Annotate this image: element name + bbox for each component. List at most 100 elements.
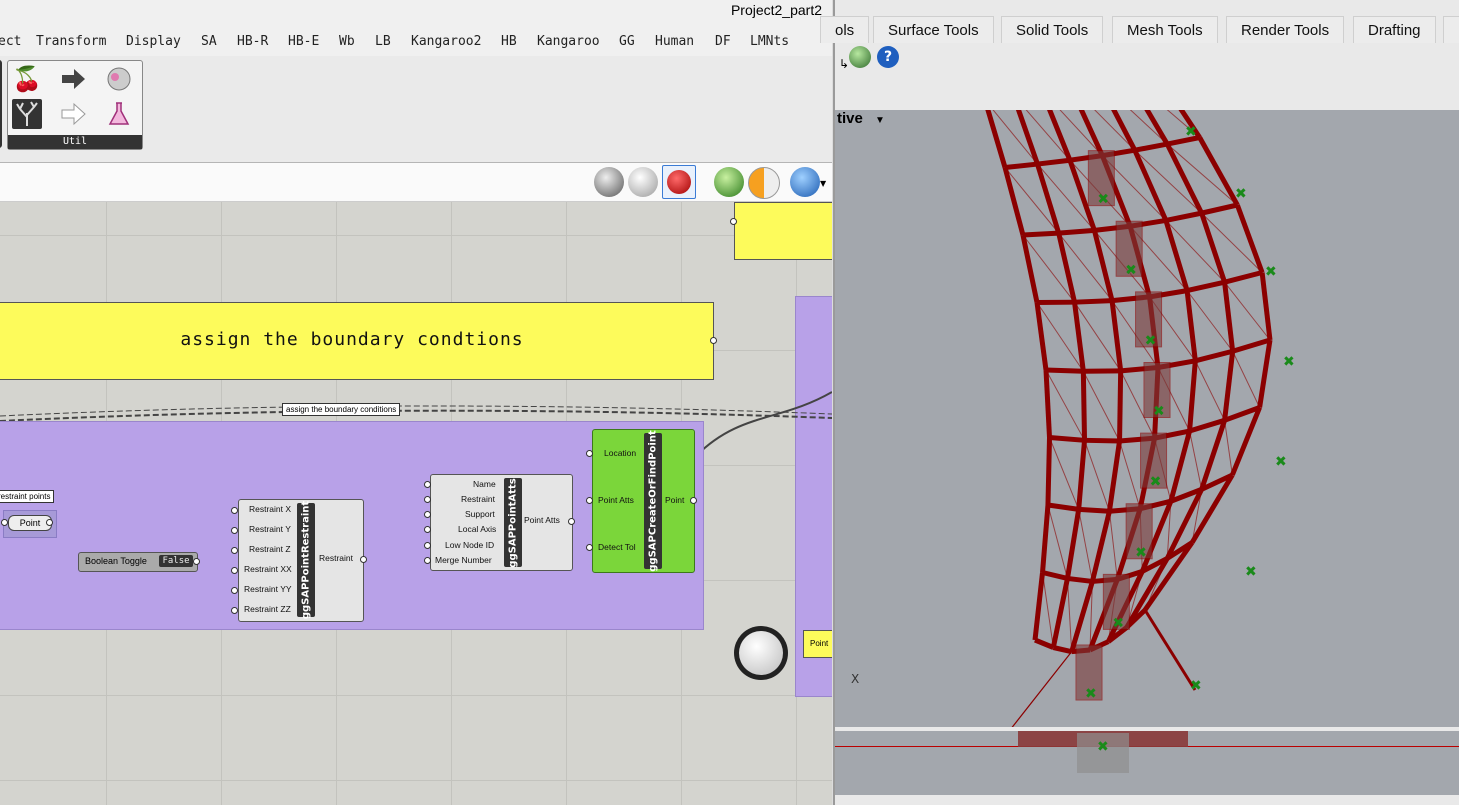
port [46, 519, 53, 526]
menu-bar: ect Transform Display SA HB-R HB-E Wb LB… [0, 30, 832, 54]
input-restraint-z[interactable]: Restraint Z [249, 544, 291, 554]
create-point-component[interactable]: Location Point Atts Detect Tol ggSAPCrea… [592, 429, 695, 573]
menu-hb-r[interactable]: HB-R [237, 34, 268, 49]
tab-surface-tools[interactable]: Surface Tools [873, 16, 994, 43]
structure-member [1076, 440, 1088, 510]
point-panel-right[interactable]: Point [803, 630, 832, 658]
axis-label-x: X [851, 672, 860, 686]
document-preview-icon[interactable] [748, 167, 780, 199]
chevron-down-icon[interactable]: ▼ [820, 179, 826, 188]
input-low-node-id[interactable]: Low Node ID [445, 540, 494, 550]
input-support[interactable]: Support [465, 509, 495, 519]
globe-icon[interactable] [849, 46, 871, 68]
preview-wireframe-icon[interactable] [628, 167, 658, 197]
output-point-atts[interactable]: Point Atts [524, 515, 560, 525]
create-point-title: ggSAPCreateOrFindPoint [644, 430, 662, 572]
menu-wb[interactable]: Wb [339, 34, 355, 49]
input-restraint-y[interactable]: Restraint Y [249, 524, 291, 534]
menu-kangaroo[interactable]: Kangaroo [537, 34, 600, 49]
port [690, 497, 697, 504]
port [231, 607, 238, 614]
input-point-atts[interactable]: Point Atts [598, 495, 634, 505]
sphere-icon[interactable] [104, 64, 134, 94]
input-local-axis[interactable]: Local Axis [458, 524, 496, 534]
structure-member [1040, 504, 1051, 573]
structure-member [1074, 298, 1113, 305]
perspective-viewport[interactable]: ✖ ✖ ✖ ✖ ✖ ✖ ✖ ✖ ✖ ✖ ✖ ✖ ✖ ✖ ✖ tive ▼ X [835, 110, 1459, 727]
menu-hb-e[interactable]: HB-E [288, 34, 319, 49]
preview-selected-icon[interactable] [714, 167, 744, 197]
structure-member [1049, 437, 1080, 510]
arrow-outline-icon[interactable] [58, 99, 88, 129]
tab-mesh-tools[interactable]: Mesh Tools [1112, 16, 1218, 43]
structure-member [1045, 367, 1084, 374]
tab-tools[interactable]: ols [820, 16, 870, 43]
structure-member [1058, 227, 1095, 236]
gh-canvas[interactable]: assign the boundary condtions assign the… [0, 202, 832, 805]
input-name[interactable]: Name [473, 479, 496, 489]
input-restraint[interactable]: Restraint [461, 494, 495, 504]
support-marker-icon: ✖ [1190, 678, 1202, 694]
tab-drafting[interactable]: Drafting [1353, 16, 1436, 43]
input-merge-number[interactable]: Merge Number [435, 555, 492, 565]
boolean-toggle[interactable]: Boolean Toggle False [78, 552, 198, 572]
cherry-icon[interactable]: 🍒 [12, 64, 42, 94]
display-mode-icon[interactable] [790, 167, 820, 197]
front-viewport[interactable]: ✖ [835, 731, 1459, 795]
tree-icon[interactable] [12, 99, 42, 129]
structure-member [1084, 437, 1120, 444]
output-restraint[interactable]: Restraint [319, 553, 353, 563]
point-atts-title: ggSAPPointAtts [504, 478, 522, 567]
support-marker-icon: ✖ [1097, 739, 1109, 755]
structure-member [1143, 609, 1197, 691]
menu-lb[interactable]: LB [375, 34, 391, 49]
help-icon[interactable]: ? [877, 46, 899, 68]
menu-display[interactable]: Display [126, 34, 181, 49]
menu-transform[interactable]: Transform [36, 34, 106, 49]
menu-sa[interactable]: SA [201, 34, 217, 49]
input-detect-tol[interactable]: Detect Tol [598, 542, 636, 552]
viewport-menu-icon: ▼ [875, 115, 885, 126]
structure-member [1078, 506, 1110, 514]
tab-more[interactable]: N [1443, 16, 1459, 43]
canvas-navigator[interactable] [734, 626, 788, 680]
menu-df[interactable]: DF [715, 34, 731, 49]
input-location[interactable]: Location [604, 448, 636, 458]
toggle-value[interactable]: False [159, 555, 193, 567]
output-point[interactable]: Point [665, 495, 684, 505]
preview-off-icon[interactable] [594, 167, 624, 197]
input-restraint-x[interactable]: Restraint X [249, 504, 291, 514]
structure-member [1080, 371, 1088, 441]
structure-member [1223, 270, 1263, 285]
support-marker-icon: ✖ [1135, 545, 1147, 561]
menu-human[interactable]: Human [655, 34, 694, 49]
structure-member [1194, 348, 1234, 364]
flask-icon[interactable] [104, 99, 134, 129]
menu-gg[interactable]: GG [619, 34, 635, 49]
menu-hb[interactable]: HB [501, 34, 517, 49]
util-panel-label[interactable]: Util [8, 135, 142, 149]
structure-member [1069, 580, 1095, 653]
tab-solid-tools[interactable]: Solid Tools [1001, 16, 1104, 43]
structure-member [1082, 371, 1120, 442]
point-atts-component[interactable]: Name Restraint Support Local Axis Low No… [430, 474, 573, 571]
structure-member [1259, 272, 1273, 341]
menu-kangaroo2[interactable]: Kangaroo2 [411, 34, 481, 49]
port [586, 544, 593, 551]
port [424, 526, 431, 533]
util-panel: 🍒 Util [7, 60, 143, 150]
restraint-title: ggSAPPointRestraint [297, 501, 315, 619]
port [193, 558, 200, 565]
restraint-component[interactable]: Restraint X Restraint Y Restraint Z Rest… [238, 499, 364, 622]
input-restraint-yy[interactable]: Restraint YY [244, 584, 292, 594]
input-restraint-xx[interactable]: Restraint XX [244, 564, 292, 574]
input-restraint-zz[interactable]: Restraint ZZ [244, 604, 291, 614]
preview-shaded-icon[interactable] [662, 165, 696, 199]
viewport-title[interactable]: tive ▼ [835, 110, 887, 127]
menu-lmnts[interactable]: LMNts [750, 34, 789, 49]
menu-ect[interactable]: ect [0, 34, 21, 49]
tab-render-tools[interactable]: Render Tools [1226, 16, 1345, 43]
structure-member [1052, 645, 1073, 655]
arrow-right-icon[interactable] [58, 64, 88, 94]
port [231, 567, 238, 574]
